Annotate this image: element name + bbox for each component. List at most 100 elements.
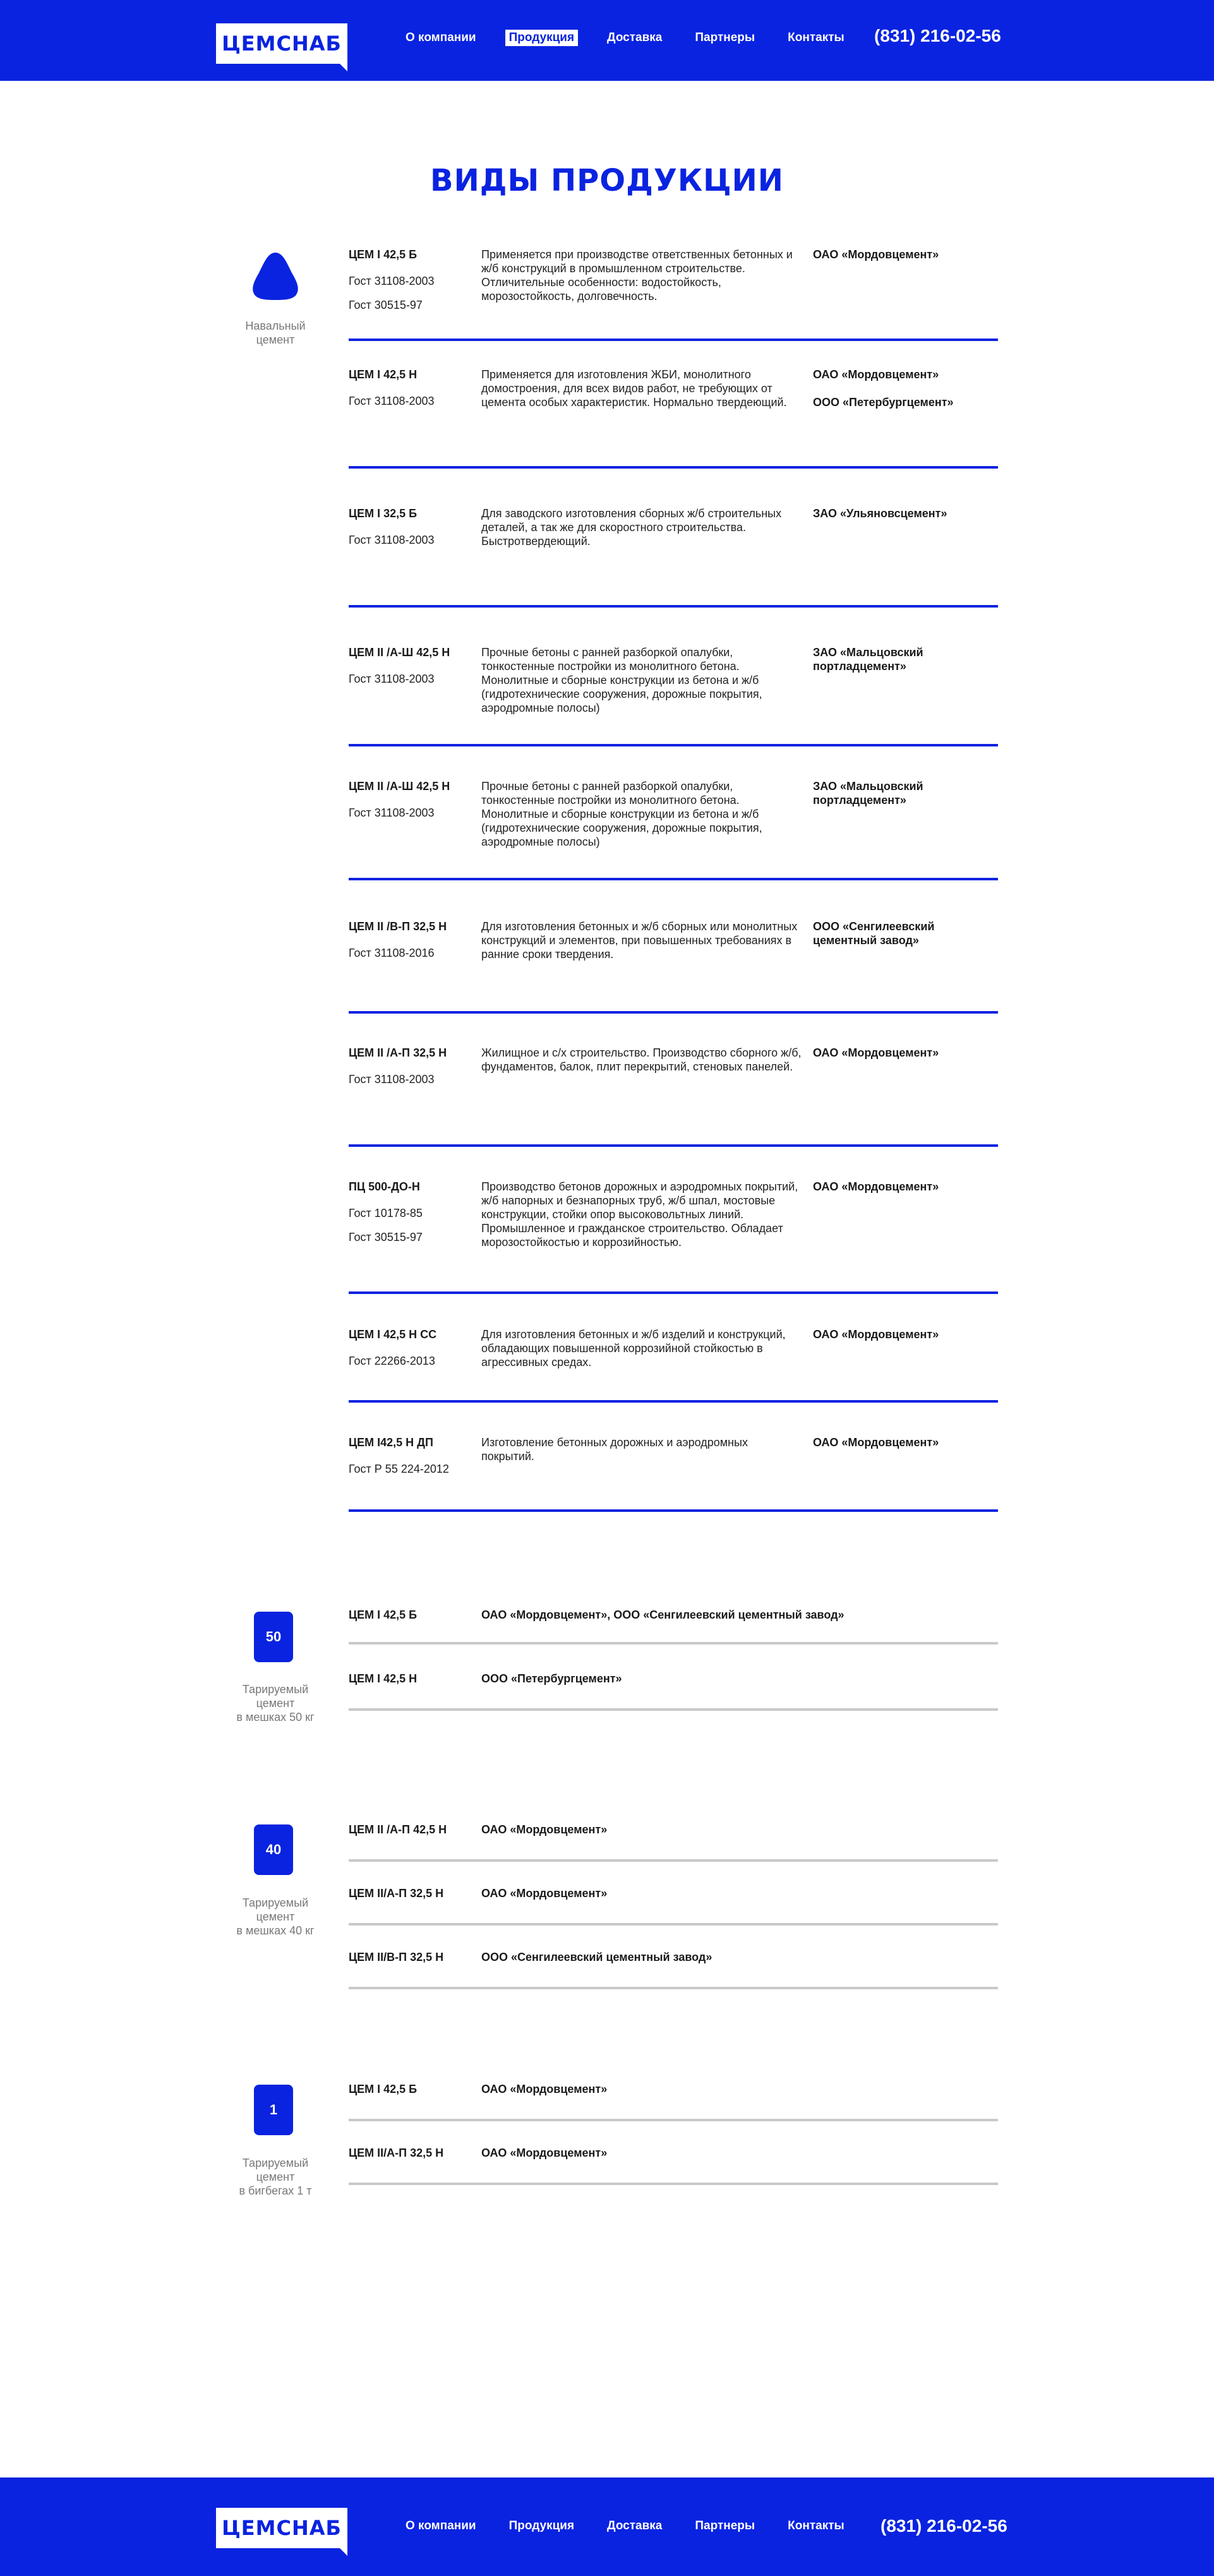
- product-row: ЦЕМ I 42,5 Н ООО «Петербургцемент»: [349, 1672, 998, 1711]
- product-row: ЦЕМ II /А-П 32,5 Н Гост 31108-2003 Жилищно…: [349, 1046, 998, 1147]
- product-gost: Гост 31108-2016: [349, 947, 435, 959]
- product-manufacturers: ОАО «Мордовцемент»: [481, 1823, 608, 1836]
- product-manufacturer: ООО «Петербургцемент»: [813, 396, 954, 409]
- product-row: ЦЕМ I 32,5 Б Гост 31108-2003 Для заводског…: [349, 506, 998, 608]
- product-manufacturer: ОАО «Мордовцемент»: [813, 1180, 939, 1193]
- category-label-bigbag: Тарируемый цемент в бигбегах 1 т: [239, 2157, 312, 2197]
- footer-nav-item-contacts[interactable]: Контакты: [784, 2518, 848, 2534]
- product-row: ЦЕМ II/В-П 32,5 Н ООО «Сенгилеевский цеме…: [349, 1950, 998, 1989]
- product-row: ЦЕМ I 42,5 Б ОАО «Мордовцемент»: [349, 2082, 998, 2121]
- product-manufacturer: ОАО «Мордовцемент»: [813, 1436, 939, 1449]
- product-name: ЦЕМ II /А-Ш 42,5 Н: [349, 646, 450, 659]
- product-manufacturer: ОАО «Мордовцемент»: [813, 1046, 939, 1059]
- product-manufacturers: ОАО «Мордовцемент»: [481, 2147, 608, 2159]
- product-info: ЦЕМ II /А-П 32,5 Н Гост 31108-2003: [349, 1046, 475, 1086]
- product-name: ЦЕМ II /А-П 42,5 Н: [349, 1823, 447, 1836]
- footer-phone-number[interactable]: (831) 216-02-56: [880, 2515, 1007, 2537]
- product-info: ЦЕМ II/В-П 32,5 Н: [349, 1950, 475, 1964]
- product-gost: Гост 31108-2003: [349, 806, 435, 819]
- logo-text: ЦЕМСНАБ: [222, 32, 342, 56]
- product-name: ЦЕМ I 42,5 Н: [349, 1672, 418, 1685]
- product-description: Жилищное и с/х строительство. Производст…: [481, 1046, 802, 1073]
- product-row: ЦЕМ II /А-Ш 42,5 Н Гост 31108-2003 Прочные…: [349, 779, 998, 880]
- product-info: ЦЕМ II/А-П 32,5 Н: [349, 1886, 475, 1900]
- footer-logo[interactable]: ЦЕМСНАБ: [216, 2508, 347, 2556]
- product-name: ЦЕМ I 42,5 Н СС: [349, 1328, 437, 1341]
- product-description: Для заводского изготовления сборных ж/б …: [481, 507, 782, 548]
- product-row: ЦЕМ II /В-П 32,5 Н Гост 31108-2016 Для изг…: [349, 920, 998, 1014]
- product-name: ЦЕМ I 42,5 Б: [349, 2083, 418, 2095]
- category-label-bags50: Тарируемый цемент в мешках 50 кг: [236, 1683, 315, 1723]
- product-manufacturers: ОАО «Мордовцемент»: [813, 1435, 998, 1449]
- product-info: ЦЕМ I 42,5 Н Гост 31108-2003: [349, 368, 475, 408]
- product-name: ПЦ 500-ДО-Н: [349, 1180, 420, 1193]
- product-row: ЦЕМ I 42,5 Н Гост 31108-2003 Применяется д…: [349, 368, 998, 469]
- product-manufacturer: ОАО «Мордовцемент»: [813, 368, 939, 381]
- product-manufacturers: ЗАО «Мальцовский портладцемент»: [813, 779, 998, 807]
- product-name: ЦЕМ I 42,5 Б: [349, 1609, 418, 1621]
- nav-item-delivery[interactable]: Доставка: [603, 30, 666, 46]
- nav-item-products[interactable]: Продукция: [505, 30, 579, 46]
- product-description: Прочные бетоны с ранней разборкой опалуб…: [481, 646, 762, 714]
- footer-nav-item-delivery[interactable]: Доставка: [603, 2518, 666, 2534]
- product-manufacturer: ЗАО «Ульяновсцемент»: [813, 507, 947, 520]
- product-row: ПЦ 500-ДО-Н Гост 10178-85 Гост 30515-97 Про…: [349, 1180, 998, 1294]
- product-info: ЦЕМ I 32,5 Б Гост 31108-2003: [349, 506, 475, 547]
- product-gost: Гост 30515-97: [349, 299, 423, 311]
- footer-nav-item-partners[interactable]: Партнеры: [691, 2518, 759, 2534]
- product-description: Для изготовления бетонных и ж/б изделий …: [481, 1328, 786, 1369]
- product-description: Применяется для изготовления ЖБИ, моноли…: [481, 368, 787, 409]
- product-name: ЦЕМ I 32,5 Б: [349, 507, 418, 520]
- product-row: ЦЕМ II /А-Ш 42,5 Н Гост 31108-2003 Прочные…: [349, 645, 998, 746]
- product-manufacturers: ООО «Петербургцемент»: [481, 1672, 622, 1685]
- drop-icon: [253, 253, 298, 300]
- site-footer: ЦЕМСНАБ О компании Продукция Доставка Па…: [0, 2477, 1214, 2576]
- footer-nav-item-products[interactable]: Продукция: [505, 2518, 578, 2534]
- product-manufacturer: ЗАО «Мальцовский портладцемент»: [813, 780, 923, 806]
- product-manufacturers: ОАО «Мордовцемент», ООО «Сенгилеевский ц…: [481, 1609, 844, 1621]
- product-name: ЦЕМ I 42,5 Н: [349, 368, 418, 381]
- product-name: ЦЕМ II/В-П 32,5 Н: [349, 1951, 444, 1963]
- product-info: ЦЕМ I 42,5 Н: [349, 1672, 475, 1686]
- product-info: ЦЕМ II/А-П 32,5 Н: [349, 2146, 475, 2160]
- product-manufacturers: ООО «Сенгилеевский цементный завод»: [813, 920, 998, 947]
- phone-number[interactable]: (831) 216-02-56: [874, 25, 1001, 47]
- product-row: ЦЕМ II/А-П 32,5 Н ОАО «Мордовцемент»: [349, 2146, 998, 2185]
- product-manufacturer: ООО «Сенгилеевский цементный завод»: [813, 920, 935, 947]
- product-name: ЦЕМ II /А-П 32,5 Н: [349, 1046, 447, 1059]
- nav-item-about[interactable]: О компании: [402, 30, 480, 46]
- nav-item-contacts[interactable]: Контакты: [784, 30, 848, 46]
- product-gost: Гост 10178-85: [349, 1207, 423, 1219]
- product-manufacturer: ОАО «Мордовцемент»: [813, 248, 939, 261]
- product-manufacturers: ОАО «Мордовцемент»: [813, 1180, 998, 1194]
- product-info: ЦЕМ II /А-Ш 42,5 Н Гост 31108-2003: [349, 645, 475, 686]
- product-row: ЦЕМ II /А-П 42,5 Н ОАО «Мордовцемент»: [349, 1823, 998, 1862]
- logo[interactable]: ЦЕМСНАБ: [216, 23, 347, 71]
- product-name: ЦЕМ II/А-П 32,5 Н: [349, 1887, 444, 1900]
- product-manufacturers: ОАО «Мордовцемент»: [813, 248, 998, 261]
- product-manufacturers: ОАО «Мордовцемент»: [481, 1887, 608, 1900]
- footer-logo-text: ЦЕМСНАБ: [222, 2516, 342, 2540]
- product-manufacturers: ОАО «Мордовцемент»: [481, 2083, 608, 2095]
- product-gost: Гост 22266-2013: [349, 1355, 435, 1367]
- product-manufacturers: ЗАО «Ульяновсцемент»: [813, 506, 998, 520]
- product-manufacturers: ООО «Сенгилеевский цементный завод»: [481, 1951, 712, 1963]
- nav-item-partners[interactable]: Партнеры: [691, 30, 759, 46]
- site-header: ЦЕМСНАБ О компании Продукция Доставка Па…: [0, 0, 1214, 81]
- product-name: ЦЕМ II /А-Ш 42,5 Н: [349, 780, 450, 793]
- product-gost: Гост 31108-2003: [349, 395, 435, 407]
- product-info: ЦЕМ II /А-Ш 42,5 Н Гост 31108-2003: [349, 779, 475, 820]
- product-info: ЦЕМ I 42,5 Б Гост 31108-2003 Гост 30515-97: [349, 248, 475, 312]
- bag-40-icon: 40: [254, 1824, 293, 1875]
- product-gost: Гост 31108-2003: [349, 1073, 435, 1086]
- footer-nav-item-about[interactable]: О компании: [402, 2518, 480, 2534]
- bag-50-icon: 50: [254, 1612, 293, 1662]
- main-nav: О компании Продукция Доставка Партнеры К…: [402, 29, 848, 47]
- product-row: ЦЕМ I 42,5 Н СС Гост 22266-2013 Для изгото…: [349, 1327, 998, 1403]
- product-info: ЦЕМ I 42,5 Б: [349, 2082, 475, 2096]
- page-title: ВИДЫ ПРОДУКЦИИ: [430, 163, 784, 198]
- product-description: Для изготовления бетонных и ж/б сборных …: [481, 920, 798, 961]
- product-manufacturers: ОАО «Мордовцемент»: [813, 1327, 998, 1341]
- product-name: ЦЕМ I 42,5 Б: [349, 248, 418, 261]
- product-info: ЦЕМ II /А-П 42,5 Н: [349, 1823, 475, 1836]
